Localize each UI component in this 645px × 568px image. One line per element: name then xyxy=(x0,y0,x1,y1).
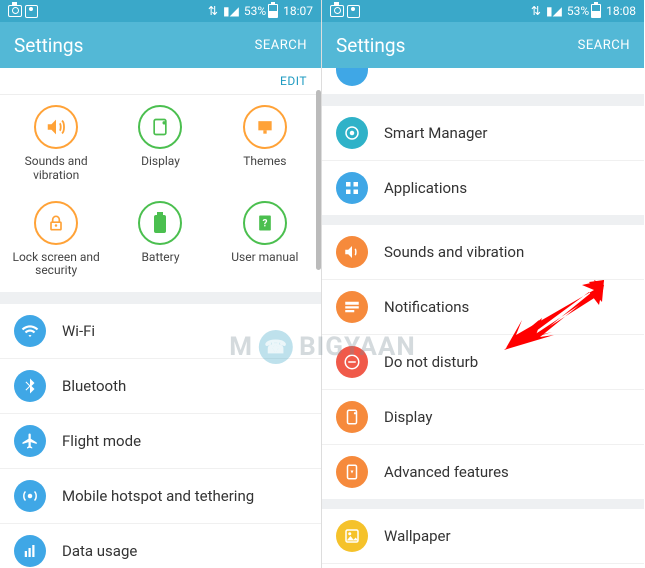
settings-list-a: Smart Manager Applications xyxy=(322,106,644,215)
row-themes[interactable]: Themes xyxy=(322,564,644,568)
quick-themes[interactable]: Themes xyxy=(213,105,317,183)
display-icon xyxy=(336,401,368,433)
bluetooth-icon xyxy=(14,370,46,402)
battery-percent: 53% xyxy=(567,4,589,18)
row-label: Advanced features xyxy=(384,463,509,481)
wifi-icon xyxy=(14,315,46,347)
row-display[interactable]: Display xyxy=(322,390,644,445)
row-smart-manager[interactable]: Smart Manager xyxy=(322,106,644,161)
notifications-icon xyxy=(336,291,368,323)
row-label: Wi-Fi xyxy=(62,322,95,340)
row-label: Wallpaper xyxy=(384,527,451,545)
appbar: Settings SEARCH xyxy=(322,22,644,68)
row-bluetooth[interactable]: Bluetooth xyxy=(0,359,321,414)
scrollbar[interactable] xyxy=(316,90,321,270)
wifi-icon: ⇅ xyxy=(208,4,218,18)
manual-icon: ? xyxy=(243,201,287,245)
page-title: Settings xyxy=(336,34,405,57)
peek-icon xyxy=(336,68,368,86)
row-flight-mode[interactable]: Flight mode xyxy=(0,414,321,469)
row-label: Flight mode xyxy=(62,432,141,450)
hotspot-icon xyxy=(14,480,46,512)
gallery-icon xyxy=(347,5,360,18)
quick-label: Lock screen and security xyxy=(6,251,106,279)
applications-icon xyxy=(336,172,368,204)
appbar: Settings SEARCH xyxy=(0,22,321,68)
row-notifications[interactable]: Notifications xyxy=(322,280,644,335)
airplane-icon xyxy=(14,425,46,457)
display-icon xyxy=(138,105,182,149)
clock: 18:07 xyxy=(283,4,313,18)
edit-button[interactable]: EDIT xyxy=(0,68,321,95)
search-button[interactable]: SEARCH xyxy=(578,38,630,53)
quick-settings-grid: Sounds and vibration Display Themes Lock… xyxy=(0,95,321,292)
row-label: Data usage xyxy=(62,542,137,560)
row-hotspot[interactable]: Mobile hotspot and tethering xyxy=(0,469,321,524)
row-label: Display xyxy=(384,408,432,426)
page-title: Settings xyxy=(14,34,83,57)
themes-icon xyxy=(243,105,287,149)
row-label: Bluetooth xyxy=(62,377,126,395)
quick-label: Themes xyxy=(243,155,286,169)
settings-list: Wi-Fi Bluetooth Flight mode Mobile hotsp… xyxy=(0,304,321,568)
wifi-icon: ⇅ xyxy=(531,4,541,18)
row-label: Do not disturb xyxy=(384,353,478,371)
battery-percent: 53% xyxy=(244,4,266,18)
row-data-usage[interactable]: Data usage xyxy=(0,524,321,568)
list-item-peek[interactable] xyxy=(322,68,644,94)
row-wifi[interactable]: Wi-Fi xyxy=(0,304,321,359)
camera-icon xyxy=(330,5,344,17)
camera-icon xyxy=(8,5,22,17)
dnd-icon xyxy=(336,346,368,378)
quick-lock-security[interactable]: Lock screen and security xyxy=(4,201,108,279)
signal-icon: ▮◢ xyxy=(223,4,239,18)
phone-left: ⇅ ▮◢ 53% 18:07 Settings SEARCH EDIT Soun… xyxy=(0,0,322,568)
row-label: Sounds and vibration xyxy=(384,243,524,261)
data-usage-icon xyxy=(14,535,46,567)
row-wallpaper[interactable]: Wallpaper xyxy=(322,509,644,564)
row-do-not-disturb[interactable]: Do not disturb xyxy=(322,335,644,390)
quick-label: Battery xyxy=(141,251,179,265)
row-label: Mobile hotspot and tethering xyxy=(62,487,254,505)
quick-user-manual[interactable]: ? User manual xyxy=(213,201,317,279)
quick-battery[interactable]: Battery xyxy=(108,201,212,279)
quick-label: Sounds and vibration xyxy=(6,155,106,183)
quick-display[interactable]: Display xyxy=(108,105,212,183)
row-advanced-features[interactable]: Advanced features xyxy=(322,445,644,499)
row-applications[interactable]: Applications xyxy=(322,161,644,215)
smart-manager-icon xyxy=(336,117,368,149)
settings-list-c: Wallpaper Themes Home screen Lock screen… xyxy=(322,509,644,568)
wallpaper-icon xyxy=(336,520,368,552)
row-label: Notifications xyxy=(384,298,469,316)
clock: 18:08 xyxy=(606,4,636,18)
svg-text:?: ? xyxy=(262,218,267,229)
battery-icon xyxy=(591,4,601,18)
settings-list-b: Sounds and vibration Notifications Do no… xyxy=(322,225,644,499)
volume-icon xyxy=(34,105,78,149)
status-bar: ⇅ ▮◢ 53% 18:07 xyxy=(0,0,321,22)
gallery-icon xyxy=(25,5,38,18)
search-button[interactable]: SEARCH xyxy=(255,38,307,53)
battery-icon xyxy=(138,201,182,245)
advanced-features-icon xyxy=(336,456,368,488)
battery-icon xyxy=(268,4,278,18)
quick-label: Display xyxy=(141,155,180,169)
quick-sounds-vibration[interactable]: Sounds and vibration xyxy=(4,105,108,183)
row-label: Smart Manager xyxy=(384,124,487,142)
row-label: Applications xyxy=(384,179,467,197)
quick-label: User manual xyxy=(231,251,298,265)
phone-right: ⇅ ▮◢ 53% 18:08 Settings SEARCH Smart Man… xyxy=(322,0,644,568)
volume-icon xyxy=(336,236,368,268)
status-bar: ⇅ ▮◢ 53% 18:08 xyxy=(322,0,644,22)
signal-icon: ▮◢ xyxy=(546,4,562,18)
lock-icon xyxy=(34,201,78,245)
row-sounds-vibration[interactable]: Sounds and vibration xyxy=(322,225,644,280)
